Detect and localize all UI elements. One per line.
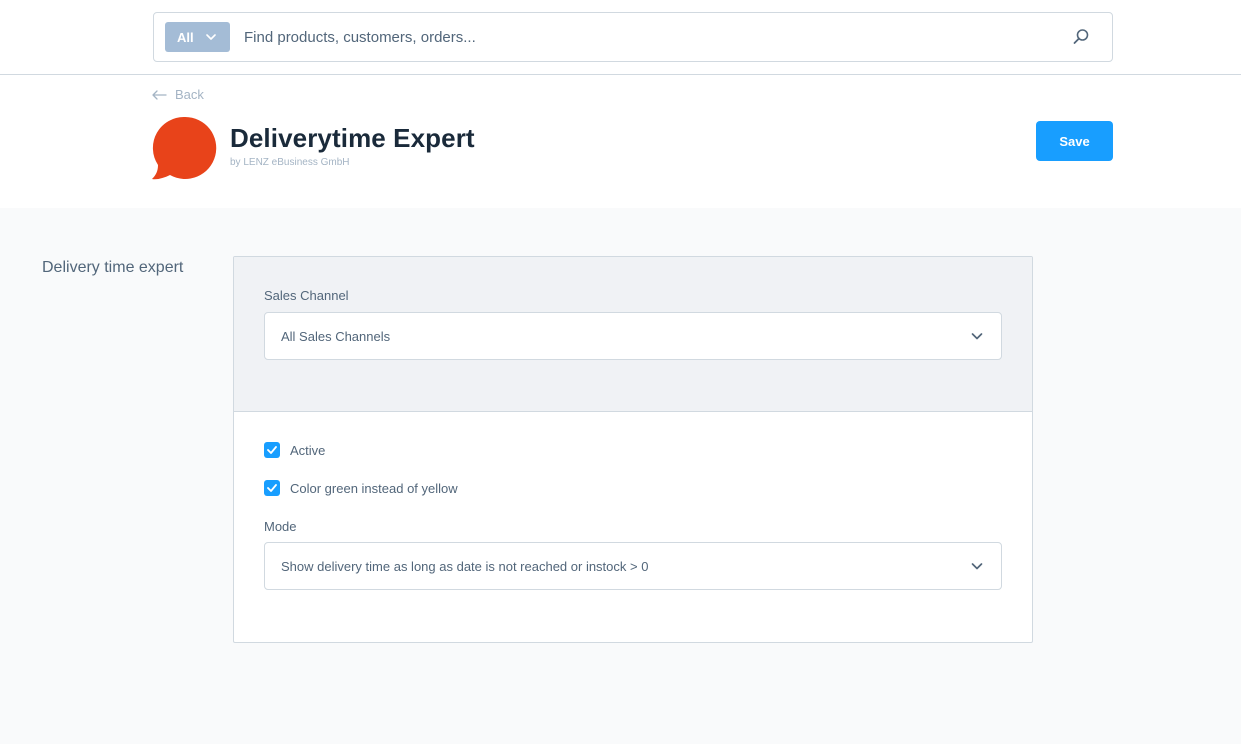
chevron-down-icon <box>205 34 216 40</box>
color-green-checkbox-row[interactable]: Color green instead of yellow <box>264 480 458 496</box>
active-checkbox-row[interactable]: Active <box>264 442 325 458</box>
sales-channel-value: All Sales Channels <box>281 328 391 344</box>
sales-channel-select[interactable]: All Sales Channels <box>264 312 1002 360</box>
back-link[interactable]: Back <box>152 87 204 102</box>
sales-channel-panel: Sales Channel All Sales Channels <box>234 257 1032 412</box>
checkmark-icon <box>267 484 277 492</box>
mode-label: Mode <box>264 519 297 534</box>
active-label: Active <box>290 442 326 458</box>
global-search: All <box>153 12 1113 62</box>
arrow-left-icon <box>152 89 167 100</box>
chevron-down-icon <box>971 333 983 340</box>
search-input[interactable] <box>244 23 1044 51</box>
color-green-checkbox[interactable] <box>264 480 280 496</box>
search-type-dropdown[interactable]: All <box>165 22 230 52</box>
search-icon[interactable] <box>1072 28 1090 46</box>
mode-select[interactable]: Show delivery time as long as date is no… <box>264 542 1002 590</box>
mode-value: Show delivery time as long as date is no… <box>281 558 649 574</box>
sales-channel-label: Sales Channel <box>264 288 349 303</box>
active-checkbox[interactable] <box>264 442 280 458</box>
save-button[interactable]: Save <box>1036 121 1113 161</box>
section-title: Delivery time expert <box>42 259 184 276</box>
chevron-down-icon <box>971 563 983 570</box>
settings-card: Sales Channel All Sales Channels Active … <box>233 256 1033 643</box>
page-header: Back Deliverytime Expert by LENZ eBusine… <box>0 75 1241 208</box>
app-logo <box>152 116 217 180</box>
back-label: Back <box>175 87 204 102</box>
page-title: Deliverytime Expert <box>230 123 475 153</box>
color-green-label: Color green instead of yellow <box>290 480 458 496</box>
top-bar: All <box>0 0 1241 75</box>
page-subtitle: by LENZ eBusiness GmbH <box>230 157 350 168</box>
search-type-label: All <box>177 29 194 45</box>
checkmark-icon <box>267 446 277 454</box>
